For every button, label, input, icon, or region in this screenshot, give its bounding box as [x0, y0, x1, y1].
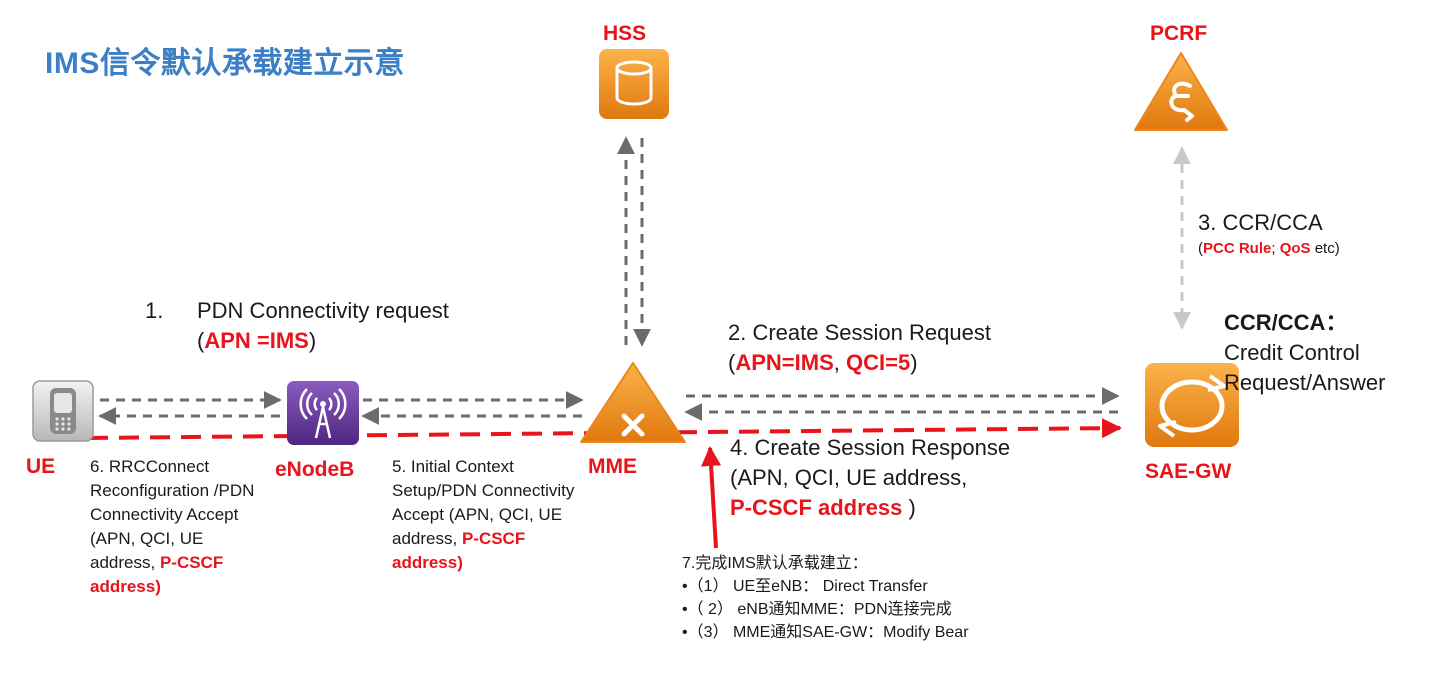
- step1-number: 1.: [145, 298, 164, 323]
- step7-item: •（1） UE至eNB： Direct Transfer: [682, 578, 928, 595]
- database-icon: [599, 49, 669, 119]
- step3-semi: ;: [1271, 240, 1280, 257]
- policy-rule-icon: [1134, 52, 1228, 131]
- saegw-label: SAE-GW: [1145, 460, 1232, 483]
- hss-label: HSS: [603, 22, 647, 45]
- step7-pointer-arrow: [701, 446, 722, 549]
- step7-item: •（3） MME通知SAE-GW：Modify Bear: [682, 624, 969, 641]
- step6-line5: address, P-CSCF: [90, 551, 310, 575]
- step5-text: 5. Initial Context Setup/PDN Connectivit…: [392, 455, 652, 575]
- step6-line4: (APN, QCI, UE: [90, 529, 204, 548]
- step5-line1: 5. Initial Context: [392, 457, 514, 476]
- step3-line1: 3. CCR/CCA: [1198, 210, 1323, 235]
- step3-etc: etc): [1310, 240, 1340, 257]
- step6-line6: address): [90, 577, 161, 596]
- step2-paren-close: ): [910, 350, 918, 375]
- mobility-management-icon: [580, 362, 686, 443]
- step2-apn: APN=IMS: [735, 350, 834, 375]
- step2-line2: (APN=IMS, QCI=5): [728, 348, 1108, 378]
- step3-text: 3. CCR/CCA (PCC Rule; QoS etc): [1198, 208, 1438, 260]
- step4-line3: P-CSCF address ): [730, 493, 1110, 523]
- step2-line1: 2. Create Session Request: [728, 320, 991, 345]
- pcrf-node: [1132, 50, 1230, 134]
- step4-line1: 4. Create Session Response: [730, 435, 1011, 460]
- step1-apn: APN =IMS: [204, 328, 309, 353]
- step3-line2: (PCC Rule; QoS etc): [1198, 238, 1438, 260]
- step6-line2: Reconfiguration /PDN: [90, 481, 255, 500]
- ccr-cca-note: CCR/CCA： Credit Control Request/Answer: [1224, 308, 1444, 398]
- step6-line5-text: address,: [90, 553, 160, 572]
- step4-text: 4. Create Session Response (APN, QCI, UE…: [730, 433, 1110, 523]
- step3-pcc: PCC Rule: [1203, 240, 1272, 257]
- antenna-icon: [287, 381, 359, 445]
- step5-line4-text: address,: [392, 529, 462, 548]
- mobile-phone-icon: [32, 380, 94, 442]
- step7-item: •（ 2） eNB通知MME：PDN连接完成: [682, 601, 952, 618]
- step2-qci: QCI=5: [845, 350, 911, 375]
- ue-node: [32, 380, 94, 442]
- step2-text: 2. Create Session Request (APN=IMS, QCI=…: [728, 318, 1108, 378]
- enodeb-node: [286, 380, 360, 446]
- ccr-cca-heading: CCR/CCA：: [1224, 310, 1348, 335]
- step6-line1: 6. RRCConnect: [90, 457, 210, 476]
- ccr-cca-line3: Request/Answer: [1224, 370, 1386, 395]
- step3-qos: QoS: [1279, 240, 1311, 257]
- step5-line4: address, P-CSCF: [392, 527, 652, 551]
- step7-heading: 7.完成IMS默认承载建立：: [682, 555, 868, 572]
- ccr-cca-line2: Credit Control: [1224, 340, 1360, 365]
- step1-title: PDN Connectivity request: [197, 298, 449, 323]
- step2-sep: ,: [833, 350, 846, 375]
- step1-paren-close: ): [308, 328, 317, 353]
- ue-label: UE: [26, 455, 56, 478]
- step6-pcscf: P-CSCF: [159, 553, 224, 572]
- step1-line2: (APN =IMS): [145, 326, 545, 356]
- step5-line3: Accept (APN, QCI, UE: [392, 505, 563, 524]
- step5-line2: Setup/PDN Connectivity: [392, 481, 575, 500]
- step4-close: ): [902, 495, 916, 520]
- step4-line2: (APN, QCI, UE address,: [730, 465, 968, 490]
- step5-pcscf: P-CSCF: [461, 529, 526, 548]
- step4-pcscf: P-CSCF address: [730, 495, 903, 520]
- step6-text: 6. RRCConnect Reconfiguration /PDN Conne…: [90, 455, 310, 599]
- hss-node: [598, 48, 670, 120]
- pcrf-label: PCRF: [1150, 22, 1208, 45]
- step1-text: 1. PDN Connectivity request (APN =IMS): [145, 296, 545, 356]
- step1-line1: 1. PDN Connectivity request: [145, 296, 545, 326]
- step5-line5: address): [392, 553, 463, 572]
- step6-line3: Connectivity Accept: [90, 505, 239, 524]
- step7-text: 7.完成IMS默认承载建立： •（1） UE至eNB： Direct Trans…: [682, 552, 1142, 644]
- mme-node: [578, 360, 688, 446]
